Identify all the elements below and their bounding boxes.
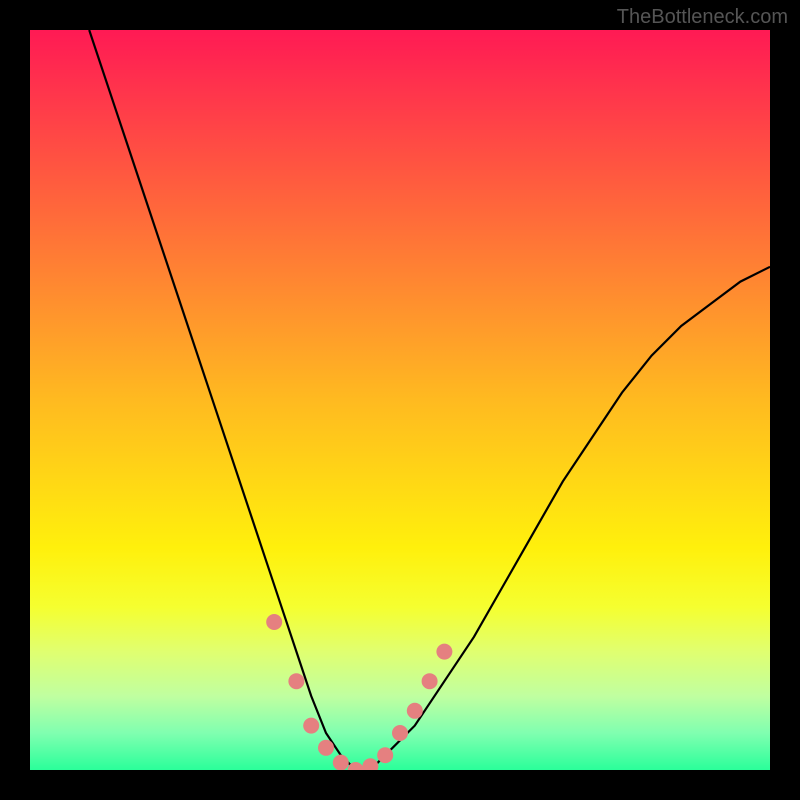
watermark-text: TheBottleneck.com bbox=[617, 6, 788, 29]
highlight-dot bbox=[333, 755, 349, 770]
highlight-dot bbox=[377, 747, 393, 763]
plot-area bbox=[30, 30, 770, 770]
highlight-dot bbox=[303, 718, 319, 734]
highlight-dots bbox=[266, 614, 452, 770]
highlight-dot bbox=[436, 644, 452, 660]
highlight-dot bbox=[392, 725, 408, 741]
bottleneck-curve bbox=[89, 30, 770, 770]
highlight-dot bbox=[266, 614, 282, 630]
highlight-dot bbox=[422, 673, 438, 689]
highlight-dot bbox=[288, 673, 304, 689]
chart-svg bbox=[30, 30, 770, 770]
highlight-dot bbox=[407, 703, 423, 719]
highlight-dot bbox=[318, 740, 334, 756]
highlight-dot bbox=[362, 758, 378, 770]
